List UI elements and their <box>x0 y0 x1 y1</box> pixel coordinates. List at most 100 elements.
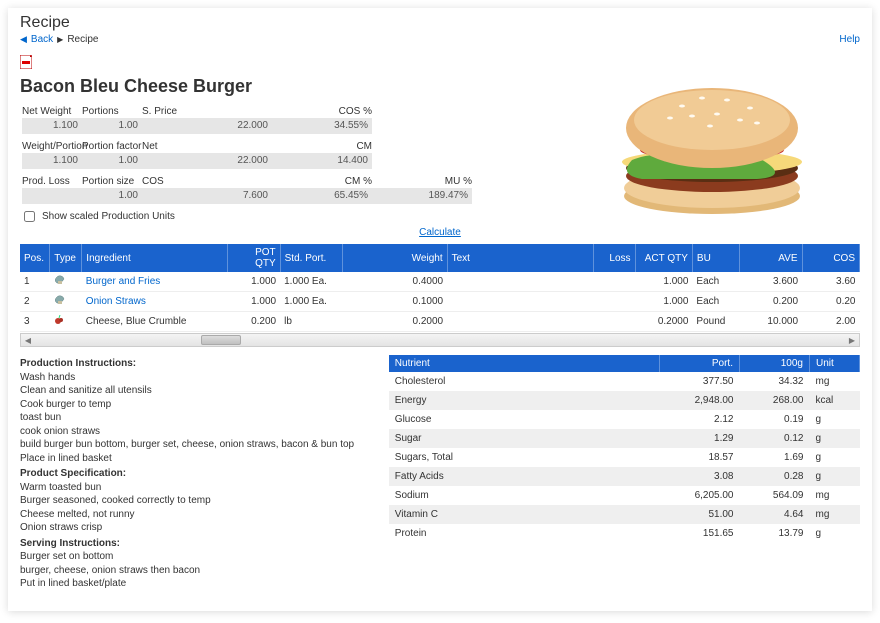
prod-instr-line: Clean and sanitize all utensils <box>20 384 373 398</box>
scrollbar-thumb[interactable] <box>201 335 241 345</box>
lbl-blank <box>192 105 272 118</box>
val-sprice <box>142 118 192 134</box>
show-scaled-checkbox[interactable] <box>24 211 35 222</box>
lbl-cm: CM <box>272 140 372 153</box>
spec-line: Cheese melted, not runny <box>20 508 373 522</box>
page-title: Recipe <box>20 14 860 32</box>
val-cm-pct: 65.45% <box>272 188 372 204</box>
val-portion-size: 1.00 <box>82 188 142 204</box>
pdf-icon[interactable] <box>20 55 32 69</box>
th-nutrient[interactable]: Nutrient <box>389 355 660 372</box>
prod-instr-line: toast bun <box>20 411 373 425</box>
serv-line: Burger set on bottom <box>20 550 373 564</box>
ingredient-name[interactable]: Onion Straws <box>82 292 228 312</box>
th-cos[interactable]: COS <box>802 244 859 272</box>
ingredient-name[interactable]: Burger and Fries <box>82 272 228 292</box>
breadcrumb-current: Recipe <box>67 34 98 45</box>
val-net <box>142 153 192 169</box>
th-bu[interactable]: BU <box>692 244 739 272</box>
val-net-weight: 1.100 <box>22 118 82 134</box>
val-blank2: 22.000 <box>192 153 272 169</box>
nutrient-row: Sugar1.290.12g <box>389 429 860 448</box>
val-weight-portion: 1.100 <box>22 153 82 169</box>
berry-icon <box>54 315 64 325</box>
mix-icon <box>54 295 64 305</box>
nutrient-row: Vitamin C51.004.64mg <box>389 505 860 524</box>
val-blank: 22.000 <box>192 118 272 134</box>
th-unit[interactable]: Unit <box>810 355 860 372</box>
val-cos <box>142 188 192 204</box>
nutrient-row: Energy2,948.00268.00kcal <box>389 391 860 410</box>
prod-instr-line: Cook burger to temp <box>20 398 373 412</box>
lbl-net: Net <box>142 140 192 153</box>
lbl-cos-pct: COS % <box>272 105 372 118</box>
th-ingredient[interactable]: Ingredient <box>82 244 228 272</box>
ingredients-hscroll[interactable]: ◀ ▶ <box>20 333 860 347</box>
scroll-left-icon[interactable]: ◀ <box>22 335 34 345</box>
th-text[interactable]: Text <box>447 244 593 272</box>
nutrient-row: Glucose2.120.19g <box>389 410 860 429</box>
scroll-right-icon[interactable]: ▶ <box>846 335 858 345</box>
lbl-portion-factor: Portion factor <box>82 140 142 153</box>
nutrient-row: Sugars, Total18.571.69g <box>389 448 860 467</box>
mix-icon <box>54 275 64 285</box>
back-caret-icon: ◀ <box>20 34 27 45</box>
spec-line: Burger seasoned, cooked correctly to tem… <box>20 494 373 508</box>
th-actqty[interactable]: ACT QTY <box>635 244 692 272</box>
show-scaled-label: Show scaled Production Units <box>42 211 175 222</box>
lbl-mu-pct: MU % <box>372 175 472 188</box>
ingredients-table: Pos. Type Ingredient POT QTY Std. Port. … <box>20 244 860 332</box>
calculate-link[interactable]: Calculate <box>419 227 461 238</box>
th-stdport[interactable]: Std. Port. <box>280 244 343 272</box>
lbl-portion-size: Portion size <box>82 175 142 188</box>
lbl-cm-pct: CM % <box>272 175 372 188</box>
nutrients-table: Nutrient Port. 100g Unit Cholesterol377.… <box>389 355 860 543</box>
nutrient-row: Fatty Acids3.080.28g <box>389 467 860 486</box>
prod-instr-line: cook onion straws <box>20 425 373 439</box>
back-link[interactable]: Back <box>31 34 53 45</box>
ingredient-name: Cheese, Blue Crumble <box>82 312 228 332</box>
spec-line: Onion straws crisp <box>20 521 373 535</box>
serv-line: burger, cheese, onion straws then bacon <box>20 564 373 578</box>
th-pos[interactable]: Pos. <box>20 244 50 272</box>
nutrient-row: Cholesterol377.5034.32mg <box>389 372 860 391</box>
th-ave[interactable]: AVE <box>739 244 802 272</box>
prod-instr-line: Place in lined basket <box>20 452 373 466</box>
lbl-net-weight: Net Weight <box>22 105 82 118</box>
th-loss[interactable]: Loss <box>593 244 635 272</box>
val-portions: 1.00 <box>82 118 142 134</box>
instructions-panel: Production Instructions: Wash handsClean… <box>20 355 373 591</box>
table-row[interactable]: 3Cheese, Blue Crumble0.200lb0.20000.2000… <box>20 312 860 332</box>
val-mu-pct: 189.47% <box>372 188 472 204</box>
table-row[interactable]: 1Burger and Fries1.0001.000 Ea.0.40001.0… <box>20 272 860 292</box>
prod-instr-heading: Production Instructions: <box>20 357 373 371</box>
serv-line: Put in lined basket/plate <box>20 577 373 591</box>
lbl-weight-portion: Weight/Portion <box>22 140 82 153</box>
table-row[interactable]: 2Onion Straws1.0001.000 Ea.0.10001.000Ea… <box>20 292 860 312</box>
val-cm: 14.400 <box>272 153 372 169</box>
lbl-sprice: S. Price <box>142 105 192 118</box>
prod-spec-heading: Product Specification: <box>20 467 373 481</box>
nutrient-row: Protein151.6513.79g <box>389 524 860 543</box>
lbl-blank3 <box>192 175 272 188</box>
lbl-blank2 <box>192 140 272 153</box>
serving-instr-heading: Serving Instructions: <box>20 537 373 551</box>
val-prod-loss <box>22 188 82 204</box>
th-weight[interactable]: Weight <box>343 244 447 272</box>
lbl-cos: COS <box>142 175 192 188</box>
th-potqty[interactable]: POT QTY <box>228 244 280 272</box>
th-port[interactable]: Port. <box>660 355 740 372</box>
nutrient-row: Sodium6,205.00564.09mg <box>389 486 860 505</box>
val-cos-pct: 34.55% <box>272 118 372 134</box>
lbl-prod-loss: Prod. Loss <box>22 175 82 188</box>
val-portion-factor: 1.00 <box>82 153 142 169</box>
val-blank3: 7.600 <box>192 188 272 204</box>
help-link[interactable]: Help <box>839 34 860 45</box>
chevron-right-icon <box>57 34 63 45</box>
recipe-photo <box>592 68 832 218</box>
spec-line: Warm toasted bun <box>20 481 373 495</box>
prod-instr-line: build burger bun bottom, burger set, che… <box>20 438 373 452</box>
th-type[interactable]: Type <box>50 244 82 272</box>
th-100g[interactable]: 100g <box>740 355 810 372</box>
lbl-portions: Portions <box>82 105 142 118</box>
